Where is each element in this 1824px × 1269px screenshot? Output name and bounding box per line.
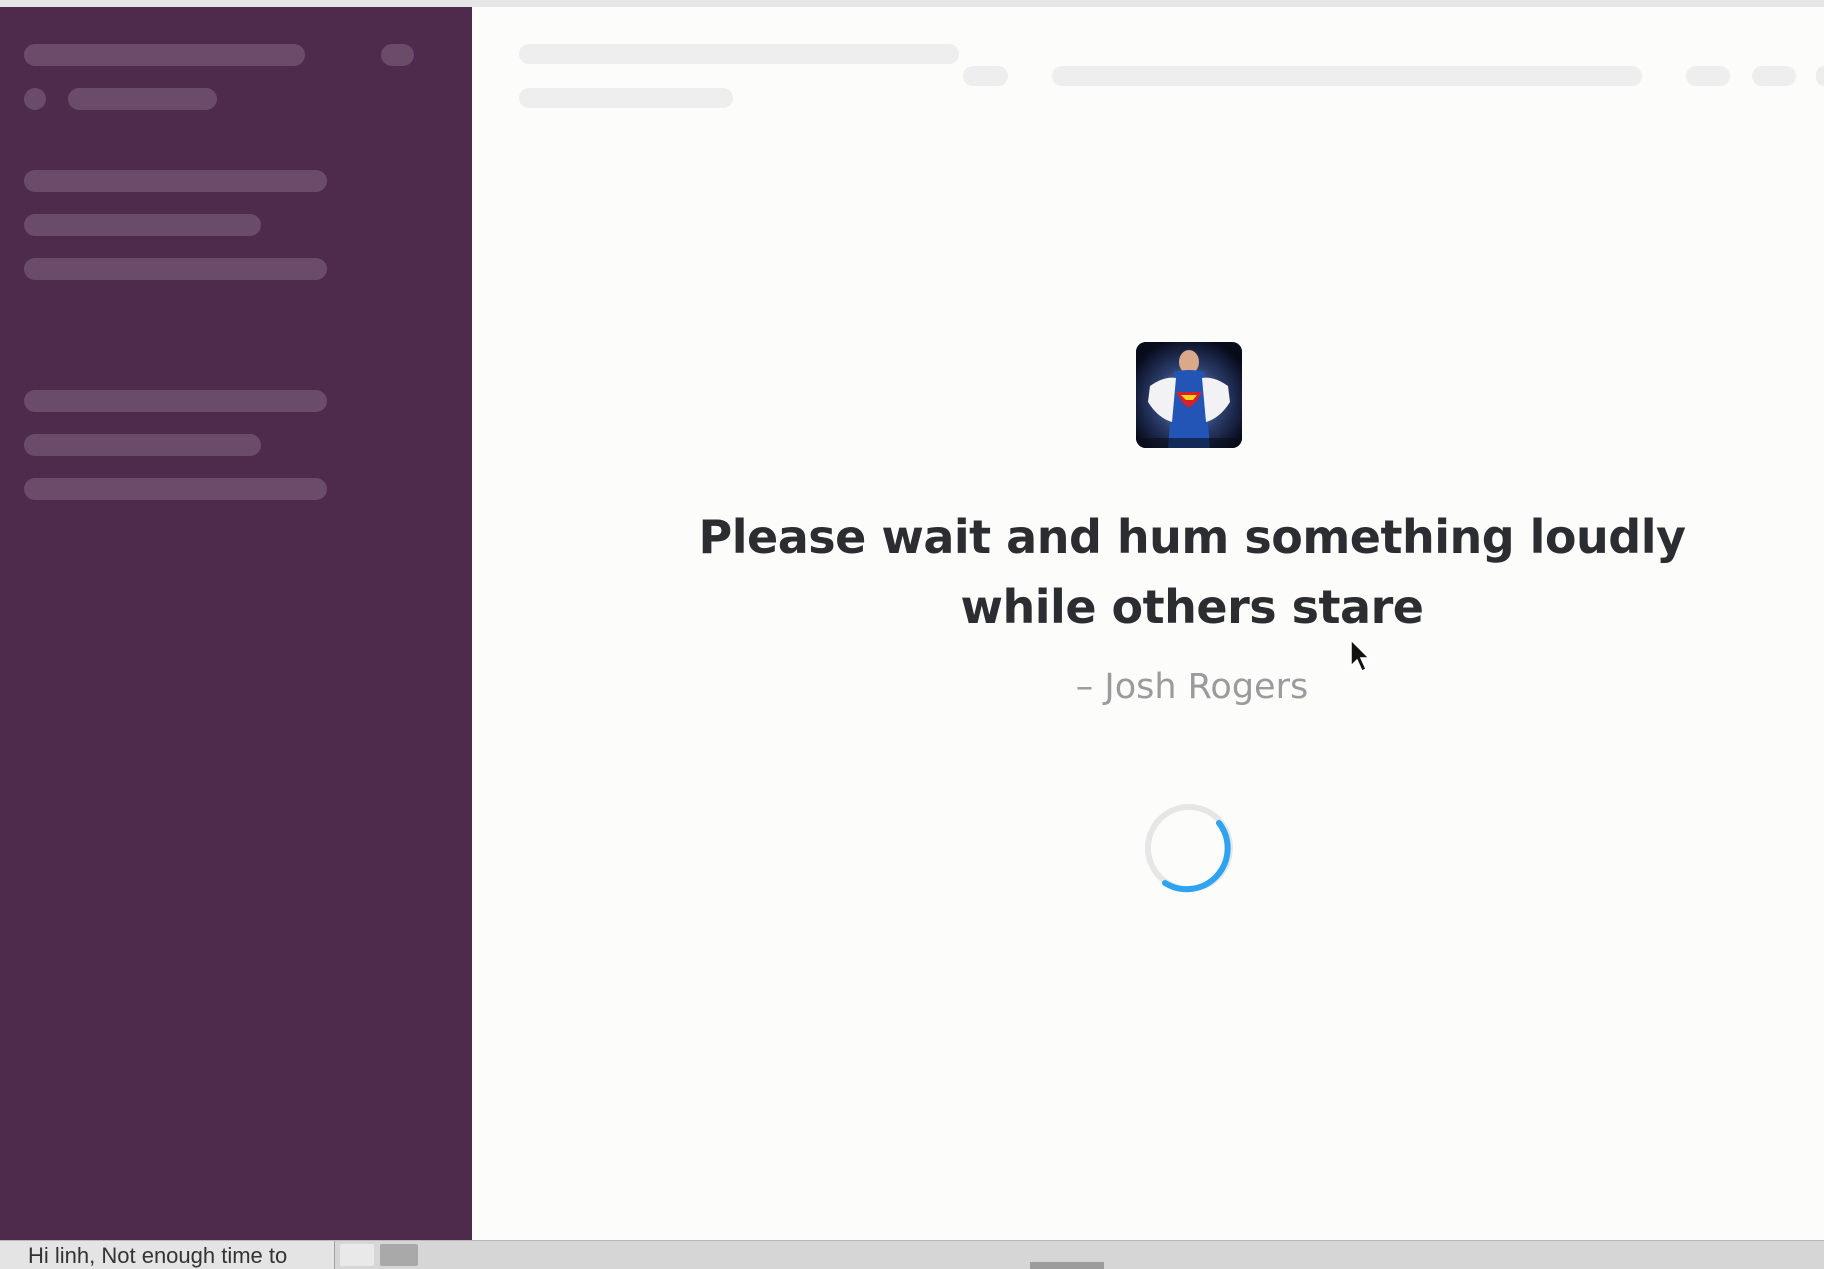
taskbar-item[interactable]: Hi linh, Not enough time to	[0, 1241, 335, 1269]
sidebar-skeleton-item	[24, 434, 261, 456]
header-skeleton-icon	[1752, 66, 1796, 86]
sidebar-skeleton-status-dot	[24, 88, 46, 110]
sidebar-skeleton-item	[24, 390, 327, 412]
sidebar-skeleton-item	[24, 170, 327, 192]
header-skeleton-icon	[1686, 66, 1730, 86]
header-skeleton-icon	[1816, 66, 1824, 86]
header-skeleton-channel-info	[519, 88, 733, 108]
sidebar-skeleton-username	[68, 88, 217, 110]
window-top-border	[0, 0, 1824, 7]
taskbar-minimize-button[interactable]	[340, 1244, 374, 1266]
sidebar-skeleton-team-name	[24, 44, 305, 66]
loading-spinner-icon	[1145, 804, 1233, 893]
sidebar-skeleton-bell	[381, 44, 414, 66]
taskbar: Hi linh, Not enough time to	[0, 1240, 1824, 1269]
taskbar-button[interactable]	[380, 1244, 418, 1266]
header-skeleton-search	[1052, 66, 1642, 86]
header-skeleton-channel-name	[519, 44, 959, 64]
header-skeleton-icon	[963, 66, 1008, 86]
quote-author: – Josh Rogers	[1075, 667, 1309, 707]
mouse-cursor-icon	[1350, 639, 1371, 673]
sidebar-skeleton-item	[24, 258, 327, 280]
sidebar-skeleton-item	[24, 214, 261, 236]
avatar-image	[1136, 342, 1242, 448]
sidebar-loading	[0, 7, 472, 1240]
avatar	[1136, 342, 1242, 448]
sidebar-skeleton-item	[24, 478, 327, 500]
loading-quote: Please wait and hum something loudly whi…	[698, 510, 1686, 634]
main-loading-panel: Please wait and hum something loudly whi…	[472, 7, 1824, 1240]
